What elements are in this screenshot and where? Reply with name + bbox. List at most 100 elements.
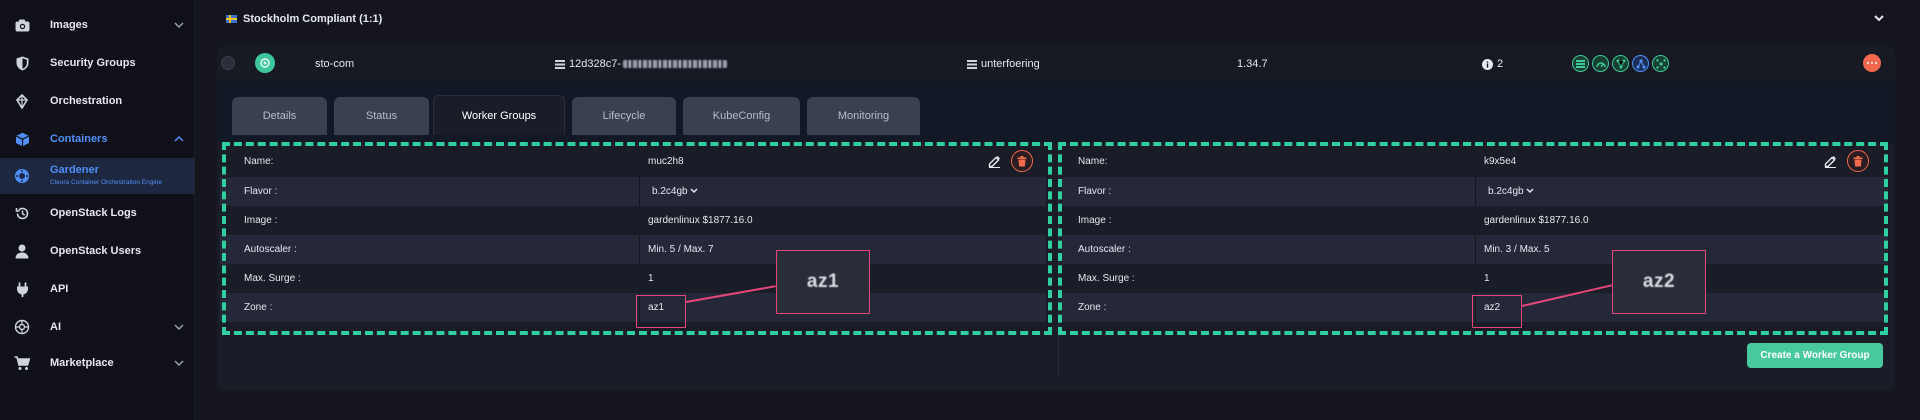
servers-status-icon[interactable] bbox=[1572, 55, 1589, 72]
sidebar-item-label: OpenStack Users bbox=[50, 245, 142, 257]
flavor-dropdown[interactable]: b.2c4gb bbox=[1488, 186, 1534, 197]
tab-status[interactable]: Status bbox=[334, 97, 429, 135]
worker-image-row: Image : gardenlinux $1877.16.0 bbox=[1062, 206, 1888, 235]
cluster-row[interactable]: sto-com 12d328c7- unterfoering 1.34.7 2 bbox=[217, 45, 1895, 81]
sidebar-item-label: Gardener bbox=[50, 164, 99, 176]
trash-icon bbox=[1017, 155, 1027, 166]
gardener-status-icon bbox=[255, 53, 275, 73]
max-surge-label: Max. Surge : bbox=[244, 273, 301, 284]
cluster-project-name: unterfoering bbox=[981, 58, 1040, 70]
worker-image-row: Image : gardenlinux $1877.16.0 bbox=[220, 206, 1046, 235]
region-selector[interactable]: Stockholm Compliant (1:1) bbox=[210, 6, 1900, 32]
max-surge-value: 1 bbox=[1484, 273, 1490, 284]
flavor-value: b.2c4gb bbox=[652, 186, 688, 197]
cluster-id: 12d328c7- bbox=[555, 58, 727, 70]
edit-icon[interactable] bbox=[1823, 154, 1837, 168]
redacted-id bbox=[623, 60, 727, 69]
zone-callout-box bbox=[1472, 295, 1522, 328]
sidebar-item-marketplace[interactable]: Marketplace bbox=[0, 348, 195, 378]
cluster-info: 2 bbox=[1482, 58, 1503, 70]
sidebar-item-label: OpenStack Logs bbox=[50, 207, 137, 219]
image-value: gardenlinux $1877.16.0 bbox=[1484, 215, 1589, 226]
sidebar-item-label: Security Groups bbox=[50, 57, 136, 69]
kubernetes-version: 1.34.7 bbox=[1237, 58, 1268, 70]
worker-name-value: muc2h8 bbox=[648, 156, 684, 167]
worker-flavor-row: Flavor : b.2c4gb bbox=[1062, 177, 1888, 206]
delete-worker-group-button[interactable] bbox=[1011, 150, 1033, 172]
tab-worker-groups[interactable]: Worker Groups bbox=[433, 95, 565, 135]
flavor-label: Flavor : bbox=[244, 186, 278, 197]
autoscaler-value: Min. 3 / Max. 5 bbox=[1484, 244, 1550, 255]
sidebar-item-sublabel: Cleura Container Orchestration Engine bbox=[50, 179, 163, 186]
gardener-icon bbox=[14, 168, 30, 184]
cart-icon bbox=[14, 355, 30, 371]
info-icon bbox=[1482, 58, 1493, 70]
sidebar-item-orchestration[interactable]: Orchestration bbox=[0, 86, 195, 116]
chevron-down-icon bbox=[173, 357, 185, 369]
panel-divider bbox=[1058, 146, 1059, 374]
camera-icon bbox=[14, 17, 30, 33]
chevron-down-icon bbox=[690, 188, 698, 194]
user-icon bbox=[14, 243, 30, 259]
list-icon bbox=[967, 59, 977, 69]
cluster-select-radio[interactable] bbox=[221, 56, 235, 70]
plug-icon bbox=[14, 281, 30, 297]
worker-zone-row: Zone : az1 bbox=[220, 293, 1046, 322]
row-divider bbox=[639, 177, 640, 206]
workers-status-icon[interactable] bbox=[1652, 55, 1669, 72]
sidebar-item-openstack-users[interactable]: OpenStack Users bbox=[0, 236, 195, 266]
zoom-callout: az2 bbox=[1612, 250, 1706, 314]
chevron-down-icon bbox=[173, 321, 185, 333]
sidebar-item-openstack-logs[interactable]: OpenStack Logs bbox=[0, 198, 195, 228]
sidebar-item-label: API bbox=[50, 283, 69, 295]
image-label: Image : bbox=[244, 215, 278, 226]
list-icon bbox=[555, 59, 565, 69]
region-title: Stockholm Compliant (1:1) bbox=[243, 13, 383, 25]
image-label: Image : bbox=[1078, 215, 1112, 226]
create-worker-group-button[interactable]: Create a Worker Group bbox=[1747, 343, 1883, 368]
flavor-value: b.2c4gb bbox=[1488, 186, 1524, 197]
orchestration-icon bbox=[14, 93, 30, 109]
tab-details[interactable]: Details bbox=[232, 97, 327, 135]
row-divider bbox=[1475, 177, 1476, 206]
row-divider bbox=[1475, 235, 1476, 264]
name-label: Name: bbox=[1078, 156, 1108, 167]
flavor-dropdown[interactable]: b.2c4gb bbox=[652, 186, 698, 197]
tab-kubeconfig[interactable]: KubeConfig bbox=[683, 97, 800, 135]
sidebar-item-label: Marketplace bbox=[50, 357, 114, 369]
dashboard-status-icon[interactable] bbox=[1592, 55, 1609, 72]
autoscaler-label: Autoscaler : bbox=[244, 244, 297, 255]
info-count: 2 bbox=[1497, 58, 1504, 70]
zoom-label: az2 bbox=[1642, 271, 1676, 292]
sidebar-item-gardener[interactable]: Gardener Cleura Container Orchestration … bbox=[0, 158, 195, 194]
zoom-callout: az1 bbox=[776, 250, 870, 314]
name-label: Name: bbox=[244, 156, 274, 167]
sidebar-item-label: AI bbox=[50, 321, 61, 333]
chevron-up-icon bbox=[173, 133, 185, 145]
tab-monitoring[interactable]: Monitoring bbox=[807, 97, 920, 135]
image-value: gardenlinux $1877.16.0 bbox=[648, 215, 753, 226]
more-options-button[interactable] bbox=[1863, 54, 1881, 72]
sidebar-item-api[interactable]: API bbox=[0, 274, 195, 304]
chevron-down-icon bbox=[1874, 13, 1884, 25]
cluster-status-icons bbox=[1572, 55, 1669, 72]
chevron-down-icon bbox=[1526, 188, 1534, 194]
worker-name-row: Name: muc2h8 bbox=[220, 147, 1046, 176]
worker-name-value: k9x5e4 bbox=[1484, 156, 1517, 167]
sidebar-item-ai[interactable]: AI bbox=[0, 312, 195, 342]
trash-icon bbox=[1853, 155, 1863, 166]
delete-worker-group-button[interactable] bbox=[1847, 150, 1869, 172]
edit-icon[interactable] bbox=[987, 154, 1001, 168]
tab-lifecycle[interactable]: Lifecycle bbox=[572, 97, 676, 135]
network-status-icon[interactable] bbox=[1632, 55, 1649, 72]
worker-flavor-row: Flavor : b.2c4gb bbox=[220, 177, 1046, 206]
sidebar-item-security-groups[interactable]: Security Groups bbox=[0, 48, 195, 78]
sidebar-item-containers[interactable]: Containers bbox=[0, 124, 195, 154]
sidebar: Images Security Groups Orchestration Con… bbox=[0, 0, 195, 420]
worker-autoscaler-row: Autoscaler : Min. 3 / Max. 5 bbox=[1062, 235, 1888, 264]
flavor-label: Flavor : bbox=[1078, 186, 1112, 197]
worker-max-surge-row: Max. Surge : 1 bbox=[220, 264, 1046, 293]
max-surge-value: 1 bbox=[648, 273, 654, 284]
nodes-status-icon[interactable] bbox=[1612, 55, 1629, 72]
sidebar-item-images[interactable]: Images bbox=[0, 10, 195, 40]
